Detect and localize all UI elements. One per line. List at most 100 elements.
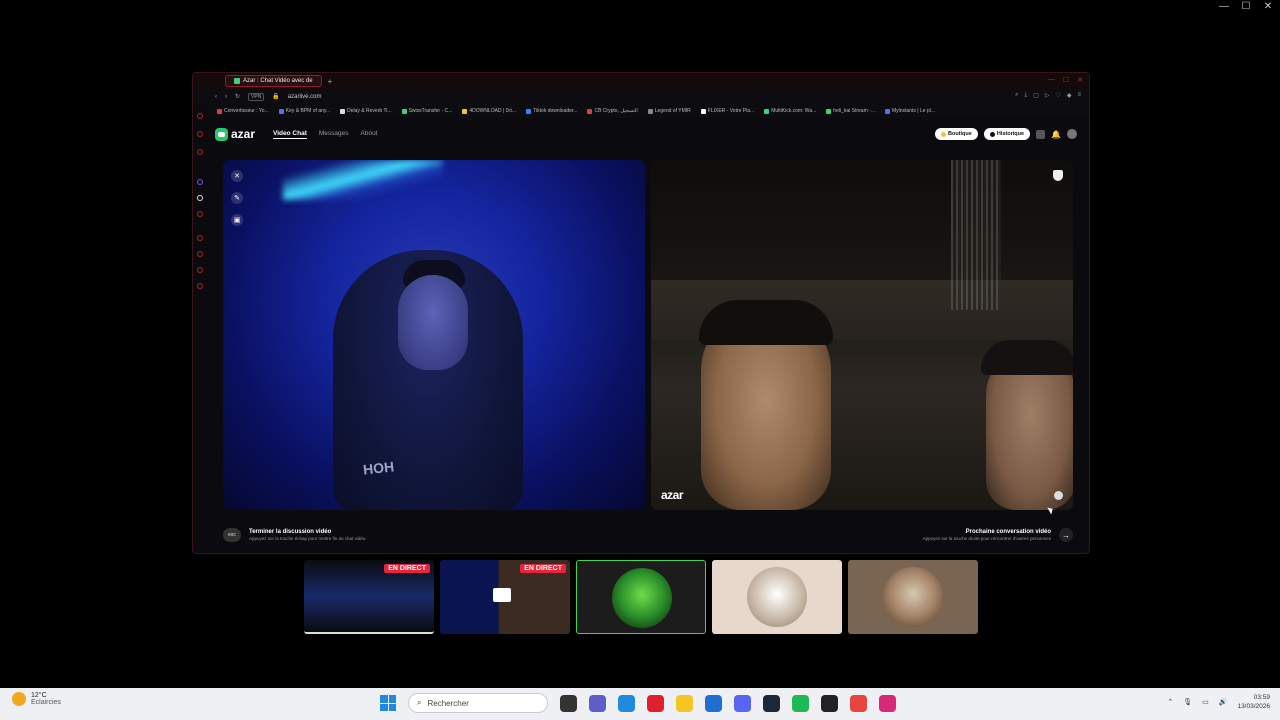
filter-icon[interactable]: ▣ bbox=[231, 214, 243, 226]
play-icon[interactable]: ▷ bbox=[1045, 92, 1050, 99]
bookmark-label: 4DOWNLOAD | Do... bbox=[469, 108, 517, 114]
browser-window-controls: — ☐ ✕ bbox=[1048, 76, 1083, 84]
bookmark-item[interactable]: Delay & Reverb Ti... bbox=[340, 108, 392, 114]
microphone-icon[interactable]: 🎙 bbox=[1183, 698, 1192, 706]
end-chat-hint[interactable]: Terminer la discussion vidéo Appuyez sur… bbox=[249, 529, 367, 541]
download-icon[interactable]: ⤓ bbox=[1025, 92, 1028, 99]
bookmark-item[interactable]: heli_kai Stream -... bbox=[826, 108, 875, 114]
new-tab-button[interactable]: + bbox=[328, 77, 333, 86]
edge-icon[interactable] bbox=[618, 694, 635, 712]
taskbar-search[interactable]: ⌕ Rechercher bbox=[408, 693, 548, 713]
thumbnail-avatar-mask[interactable] bbox=[848, 560, 978, 634]
steam-icon[interactable] bbox=[763, 694, 780, 712]
boutique-button[interactable]: Boutique bbox=[934, 128, 978, 140]
network-icon[interactable]: ▭ bbox=[1202, 698, 1209, 706]
reload-icon[interactable]: ↻ bbox=[235, 93, 240, 100]
notification-bell-icon[interactable]: 🔔 bbox=[1051, 130, 1061, 139]
forward-icon[interactable]: › bbox=[225, 94, 227, 100]
sidebar-twitch-icon[interactable] bbox=[197, 179, 203, 185]
browser-maximize-icon[interactable]: ☐ bbox=[1063, 76, 1069, 84]
bookmark-favicon-icon bbox=[884, 108, 890, 114]
bookmark-item[interactable]: Tiktok downloader... bbox=[526, 108, 577, 114]
bookmark-item[interactable]: FLIXER - Votre Pla... bbox=[700, 108, 754, 114]
profile-avatar[interactable] bbox=[1067, 129, 1077, 139]
instagram-icon[interactable] bbox=[879, 694, 896, 712]
bookmark-favicon-icon bbox=[587, 108, 593, 114]
store-icon[interactable] bbox=[705, 694, 722, 712]
thumbnail-stream-1[interactable]: EN DIRECT bbox=[304, 560, 434, 634]
historique-button[interactable]: Historique bbox=[983, 128, 1031, 140]
bookmark-favicon-icon bbox=[401, 108, 407, 114]
sidebar-settings-icon[interactable] bbox=[197, 283, 203, 289]
file-explorer-icon[interactable] bbox=[676, 694, 693, 712]
close-video-icon[interactable]: ✕ bbox=[231, 170, 243, 182]
sidebar-app-icon[interactable] bbox=[197, 149, 203, 155]
bookmark-item[interactable]: SwissTransfer - C... bbox=[401, 108, 452, 114]
video-footer: esc Terminer la discussion vidéo Appuyez… bbox=[223, 523, 1073, 547]
bookmark-item[interactable]: Legend of YMIR bbox=[647, 108, 691, 114]
bookmark-item[interactable]: CB Crypto, التسجيل bbox=[587, 108, 638, 114]
inbox-icon[interactable] bbox=[1036, 129, 1046, 139]
extension-icon[interactable]: ◆ bbox=[1067, 92, 1072, 99]
browser-minimize-icon[interactable]: — bbox=[1048, 76, 1055, 84]
zoom-icon[interactable]: ⌕ bbox=[1015, 92, 1018, 99]
sidebar-app-icon[interactable] bbox=[197, 131, 203, 137]
maximize-button[interactable]: ☐ bbox=[1240, 1, 1252, 12]
nav-messages[interactable]: Messages bbox=[319, 130, 349, 139]
back-icon[interactable]: ‹ bbox=[215, 94, 217, 100]
esc-key-badge[interactable]: esc bbox=[223, 528, 241, 542]
clock[interactable]: 03:59 13/03/2026 bbox=[1237, 693, 1270, 711]
minimize-button[interactable]: — bbox=[1218, 1, 1230, 12]
bookmarks-bar: Convertisseur : Yo... Key & BPM of any...… bbox=[193, 104, 1089, 118]
report-shield-icon[interactable] bbox=[1053, 170, 1063, 181]
bookmark-item[interactable]: Key & BPM of any... bbox=[278, 108, 330, 114]
logo-text: azar bbox=[231, 127, 256, 141]
spotify-icon[interactable] bbox=[792, 694, 809, 712]
opera-icon[interactable] bbox=[647, 694, 664, 712]
effects-wand-icon[interactable]: ✎ bbox=[231, 192, 243, 204]
chrome-icon[interactable] bbox=[850, 694, 867, 712]
discord-icon[interactable] bbox=[734, 694, 751, 712]
bookmark-item[interactable]: MultiKick.com: Wa... bbox=[764, 108, 816, 114]
thumbnail-avatar-king[interactable] bbox=[576, 560, 706, 634]
sidebar-home-icon[interactable] bbox=[197, 113, 203, 119]
sidebar-app-icon[interactable] bbox=[197, 267, 203, 273]
browser-close-icon[interactable]: ✕ bbox=[1077, 76, 1083, 84]
task-view-icon[interactable] bbox=[560, 694, 577, 712]
bookmark-item[interactable]: Mylnstants | Le pl... bbox=[884, 108, 935, 114]
chat-bubble-icon[interactable] bbox=[1054, 491, 1063, 500]
bookmark-item[interactable]: Convertisseur : Yo... bbox=[217, 108, 269, 114]
clock-time: 03:59 bbox=[1253, 694, 1270, 701]
close-button[interactable]: ✕ bbox=[1262, 1, 1274, 12]
system-tray: ⌃ 🎙 ▭ 🔊 03:59 13/03/2026 bbox=[1167, 693, 1270, 711]
tray-chevron-up-icon[interactable]: ⌃ bbox=[1167, 698, 1173, 706]
nav-about[interactable]: About bbox=[361, 130, 378, 139]
address-bar: ‹ › ↻ VPN 🔒 azarlive.com bbox=[193, 89, 1089, 104]
bookmark-favicon-icon bbox=[826, 108, 832, 114]
heart-icon[interactable]: ♡ bbox=[1055, 92, 1060, 99]
vpn-badge[interactable]: VPN bbox=[248, 92, 265, 101]
nav-video-chat[interactable]: Video Chat bbox=[273, 130, 307, 139]
app-extra-icon[interactable] bbox=[821, 694, 838, 712]
volume-icon[interactable]: 🔊 bbox=[1219, 698, 1228, 706]
sidebar-app-icon[interactable] bbox=[197, 211, 203, 217]
url-field[interactable]: azarlive.com bbox=[288, 94, 322, 100]
menu-icon[interactable]: ≡ bbox=[1077, 92, 1081, 99]
teams-icon[interactable] bbox=[589, 694, 606, 712]
ceiling-light bbox=[283, 160, 443, 200]
azar-logo[interactable]: azar bbox=[215, 127, 255, 141]
thumbnail-avatar-luffy[interactable] bbox=[712, 560, 842, 634]
start-button-windows-icon[interactable] bbox=[380, 695, 396, 711]
sidebar-x-icon[interactable] bbox=[197, 195, 203, 201]
sidebar-history-icon[interactable] bbox=[197, 251, 203, 257]
bookmark-item[interactable]: 4DOWNLOAD | Do... bbox=[462, 108, 516, 114]
next-arrow-button[interactable]: → bbox=[1059, 528, 1073, 542]
header-actions: Boutique Historique 🔔 bbox=[934, 128, 1077, 140]
browser-tab[interactable]: Azar : Chat Vidéo avec de bbox=[225, 75, 322, 87]
thumbnail-stream-2[interactable]: EN DIRECT bbox=[440, 560, 570, 634]
weather-widget[interactable]: 12°C Eclaircies bbox=[12, 692, 61, 706]
next-chat-hint[interactable]: Prochaine conversation vidéo Appuyez sur… bbox=[923, 529, 1051, 541]
azar-favicon-icon bbox=[234, 78, 240, 84]
sidebar-app-icon[interactable] bbox=[197, 235, 203, 241]
screenshot-icon[interactable]: ▢ bbox=[1033, 92, 1039, 99]
